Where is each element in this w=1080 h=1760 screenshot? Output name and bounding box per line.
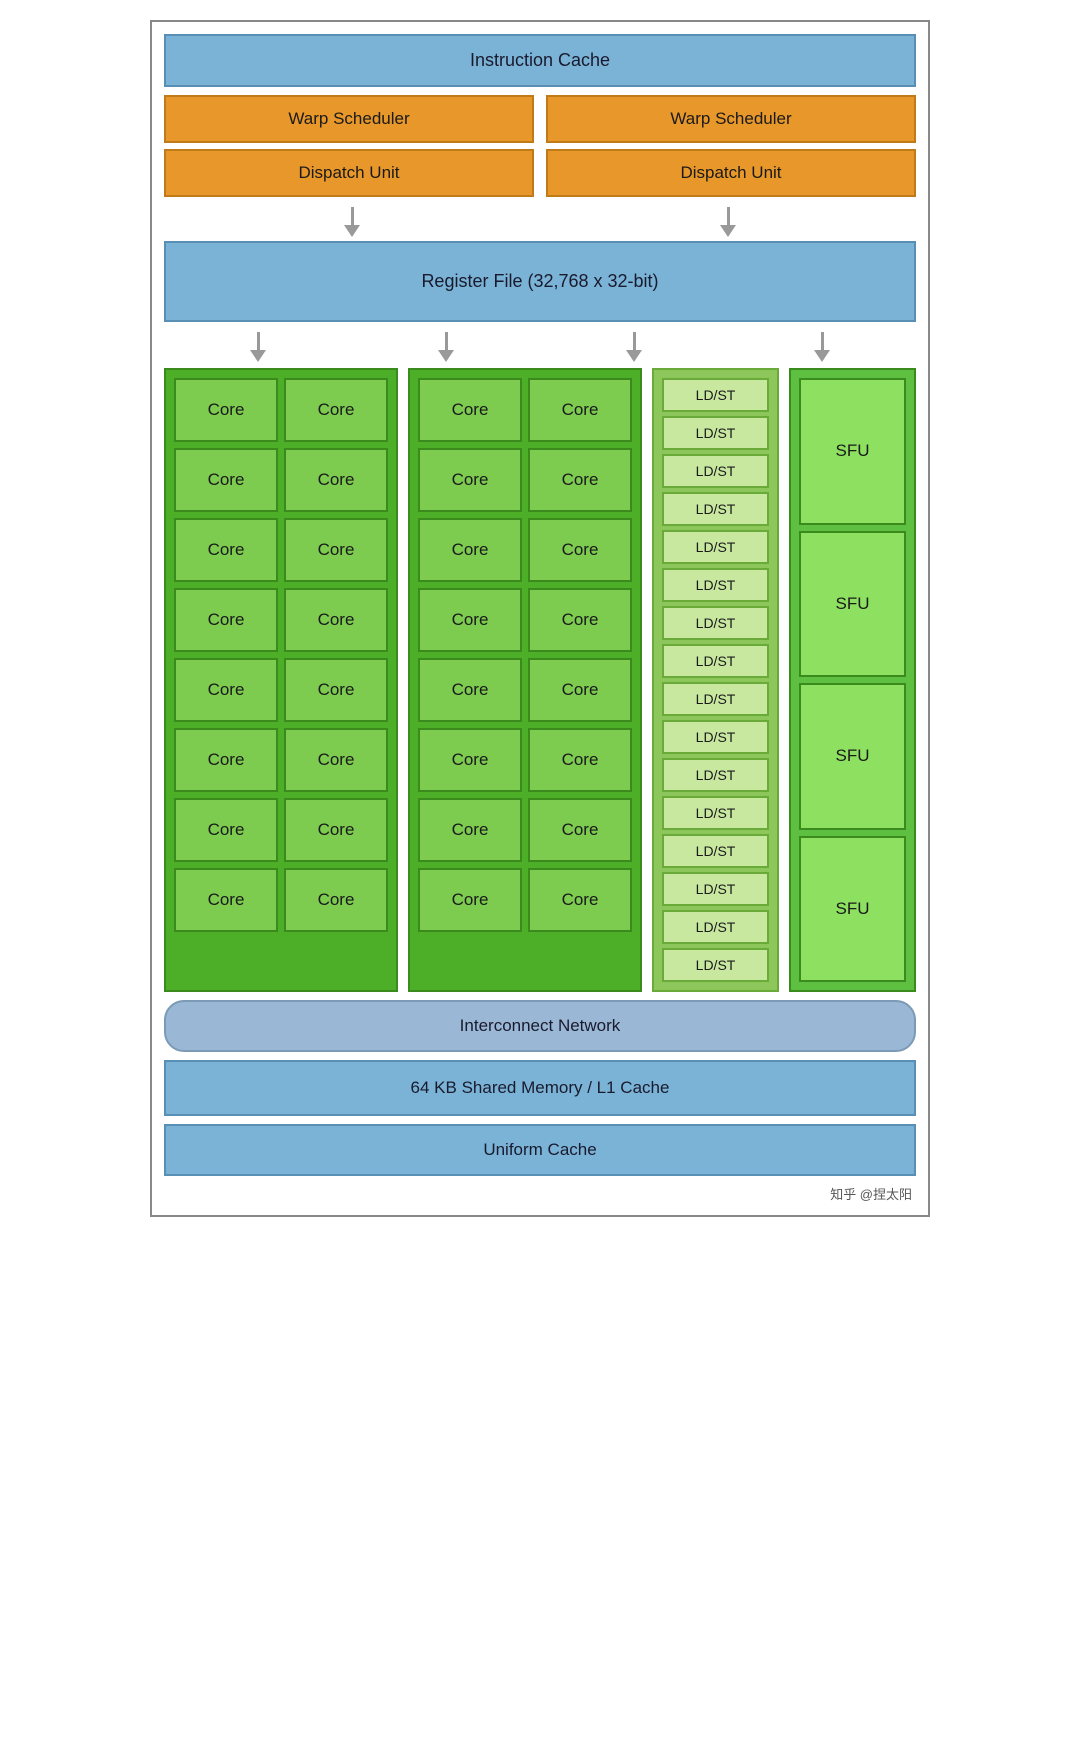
core-1-16: Core (284, 868, 388, 932)
core-row-2-4: Core Core (418, 588, 632, 652)
core-row-2-6: Core Core (418, 728, 632, 792)
core-1-13: Core (174, 798, 278, 862)
ldst-7: LD/ST (662, 606, 769, 640)
core-row-2-8: Core Core (418, 868, 632, 932)
core-2-1: Core (418, 378, 522, 442)
core-row-2-7: Core Core (418, 798, 632, 862)
dispatch-unit-left: Dispatch Unit (164, 149, 534, 197)
ldst-1: LD/ST (662, 378, 769, 412)
core-panel-2: Core Core Core Core Core Core Core Core … (408, 368, 642, 992)
core-row-2-2: Core Core (418, 448, 632, 512)
ldst-13: LD/ST (662, 834, 769, 868)
core-2-3: Core (418, 448, 522, 512)
arrow-1 (342, 207, 362, 237)
ldst-10: LD/ST (662, 720, 769, 754)
core-1-12: Core (284, 728, 388, 792)
core-1-15: Core (174, 868, 278, 932)
arrow-6 (812, 332, 832, 362)
warp-scheduler-right: Warp Scheduler (546, 95, 916, 143)
ldst-9: LD/ST (662, 682, 769, 716)
ldst-6: LD/ST (662, 568, 769, 602)
core-2-15: Core (418, 868, 522, 932)
core-row-2-3: Core Core (418, 518, 632, 582)
core-1-7: Core (174, 588, 278, 652)
core-1-1: Core (174, 378, 278, 442)
ldst-5: LD/ST (662, 530, 769, 564)
core-2-11: Core (418, 728, 522, 792)
sfu-panel: SFU SFU SFU SFU (789, 368, 916, 992)
register-file: Register File (32,768 x 32-bit) (164, 241, 916, 322)
core-2-7: Core (418, 588, 522, 652)
arrow-3 (248, 332, 268, 362)
core-2-14: Core (528, 798, 632, 862)
arrow-4 (436, 332, 456, 362)
core-row-1-8: Core Core (174, 868, 388, 932)
core-2-2: Core (528, 378, 632, 442)
core-1-8: Core (284, 588, 388, 652)
gpu-sm-diagram: Instruction Cache Warp Scheduler Warp Sc… (150, 20, 930, 1217)
ldst-16: LD/ST (662, 948, 769, 982)
instruction-cache: Instruction Cache (164, 34, 916, 87)
arrow-5 (624, 332, 644, 362)
core-2-5: Core (418, 518, 522, 582)
core-1-9: Core (174, 658, 278, 722)
dispatch-unit-row: Dispatch Unit Dispatch Unit (164, 149, 916, 197)
core-1-4: Core (284, 448, 388, 512)
ldst-8: LD/ST (662, 644, 769, 678)
core-row-1-7: Core Core (174, 798, 388, 862)
ldst-panel: LD/ST LD/ST LD/ST LD/ST LD/ST LD/ST LD/S… (652, 368, 779, 992)
sfu-2: SFU (799, 531, 906, 678)
sfu-3: SFU (799, 683, 906, 830)
core-2-12: Core (528, 728, 632, 792)
arrows-dispatch-to-reg (164, 207, 916, 237)
core-1-14: Core (284, 798, 388, 862)
ldst-3: LD/ST (662, 454, 769, 488)
core-row-2-5: Core Core (418, 658, 632, 722)
warp-scheduler-left: Warp Scheduler (164, 95, 534, 143)
core-1-11: Core (174, 728, 278, 792)
ldst-4: LD/ST (662, 492, 769, 526)
ldst-2: LD/ST (662, 416, 769, 450)
core-row-2-1: Core Core (418, 378, 632, 442)
ldst-15: LD/ST (662, 910, 769, 944)
core-2-6: Core (528, 518, 632, 582)
core-2-13: Core (418, 798, 522, 862)
core-row-1-1: Core Core (174, 378, 388, 442)
core-row-1-5: Core Core (174, 658, 388, 722)
arrow-2 (718, 207, 738, 237)
uniform-cache: Uniform Cache (164, 1124, 916, 1176)
shared-memory: 64 KB Shared Memory / L1 Cache (164, 1060, 916, 1116)
core-1-6: Core (284, 518, 388, 582)
core-row-1-4: Core Core (174, 588, 388, 652)
ldst-12: LD/ST (662, 796, 769, 830)
core-2-16: Core (528, 868, 632, 932)
core-2-4: Core (528, 448, 632, 512)
warp-scheduler-row: Warp Scheduler Warp Scheduler (164, 95, 916, 143)
core-2-9: Core (418, 658, 522, 722)
sfu-4: SFU (799, 836, 906, 983)
core-panel-1: Core Core Core Core Core Core Core Core … (164, 368, 398, 992)
sfu-1: SFU (799, 378, 906, 525)
core-row-1-6: Core Core (174, 728, 388, 792)
core-row-1-2: Core Core (174, 448, 388, 512)
dispatch-unit-right: Dispatch Unit (546, 149, 916, 197)
core-1-5: Core (174, 518, 278, 582)
watermark: 知乎 @捏太阳 (164, 1184, 916, 1203)
interconnect-network: Interconnect Network (164, 1000, 916, 1052)
core-1-2: Core (284, 378, 388, 442)
core-2-8: Core (528, 588, 632, 652)
core-1-10: Core (284, 658, 388, 722)
ldst-11: LD/ST (662, 758, 769, 792)
ldst-14: LD/ST (662, 872, 769, 906)
arrows-reg-to-grid (164, 332, 916, 362)
core-row-1-3: Core Core (174, 518, 388, 582)
core-1-3: Core (174, 448, 278, 512)
main-execution-grid: Core Core Core Core Core Core Core Core … (164, 368, 916, 992)
core-2-10: Core (528, 658, 632, 722)
